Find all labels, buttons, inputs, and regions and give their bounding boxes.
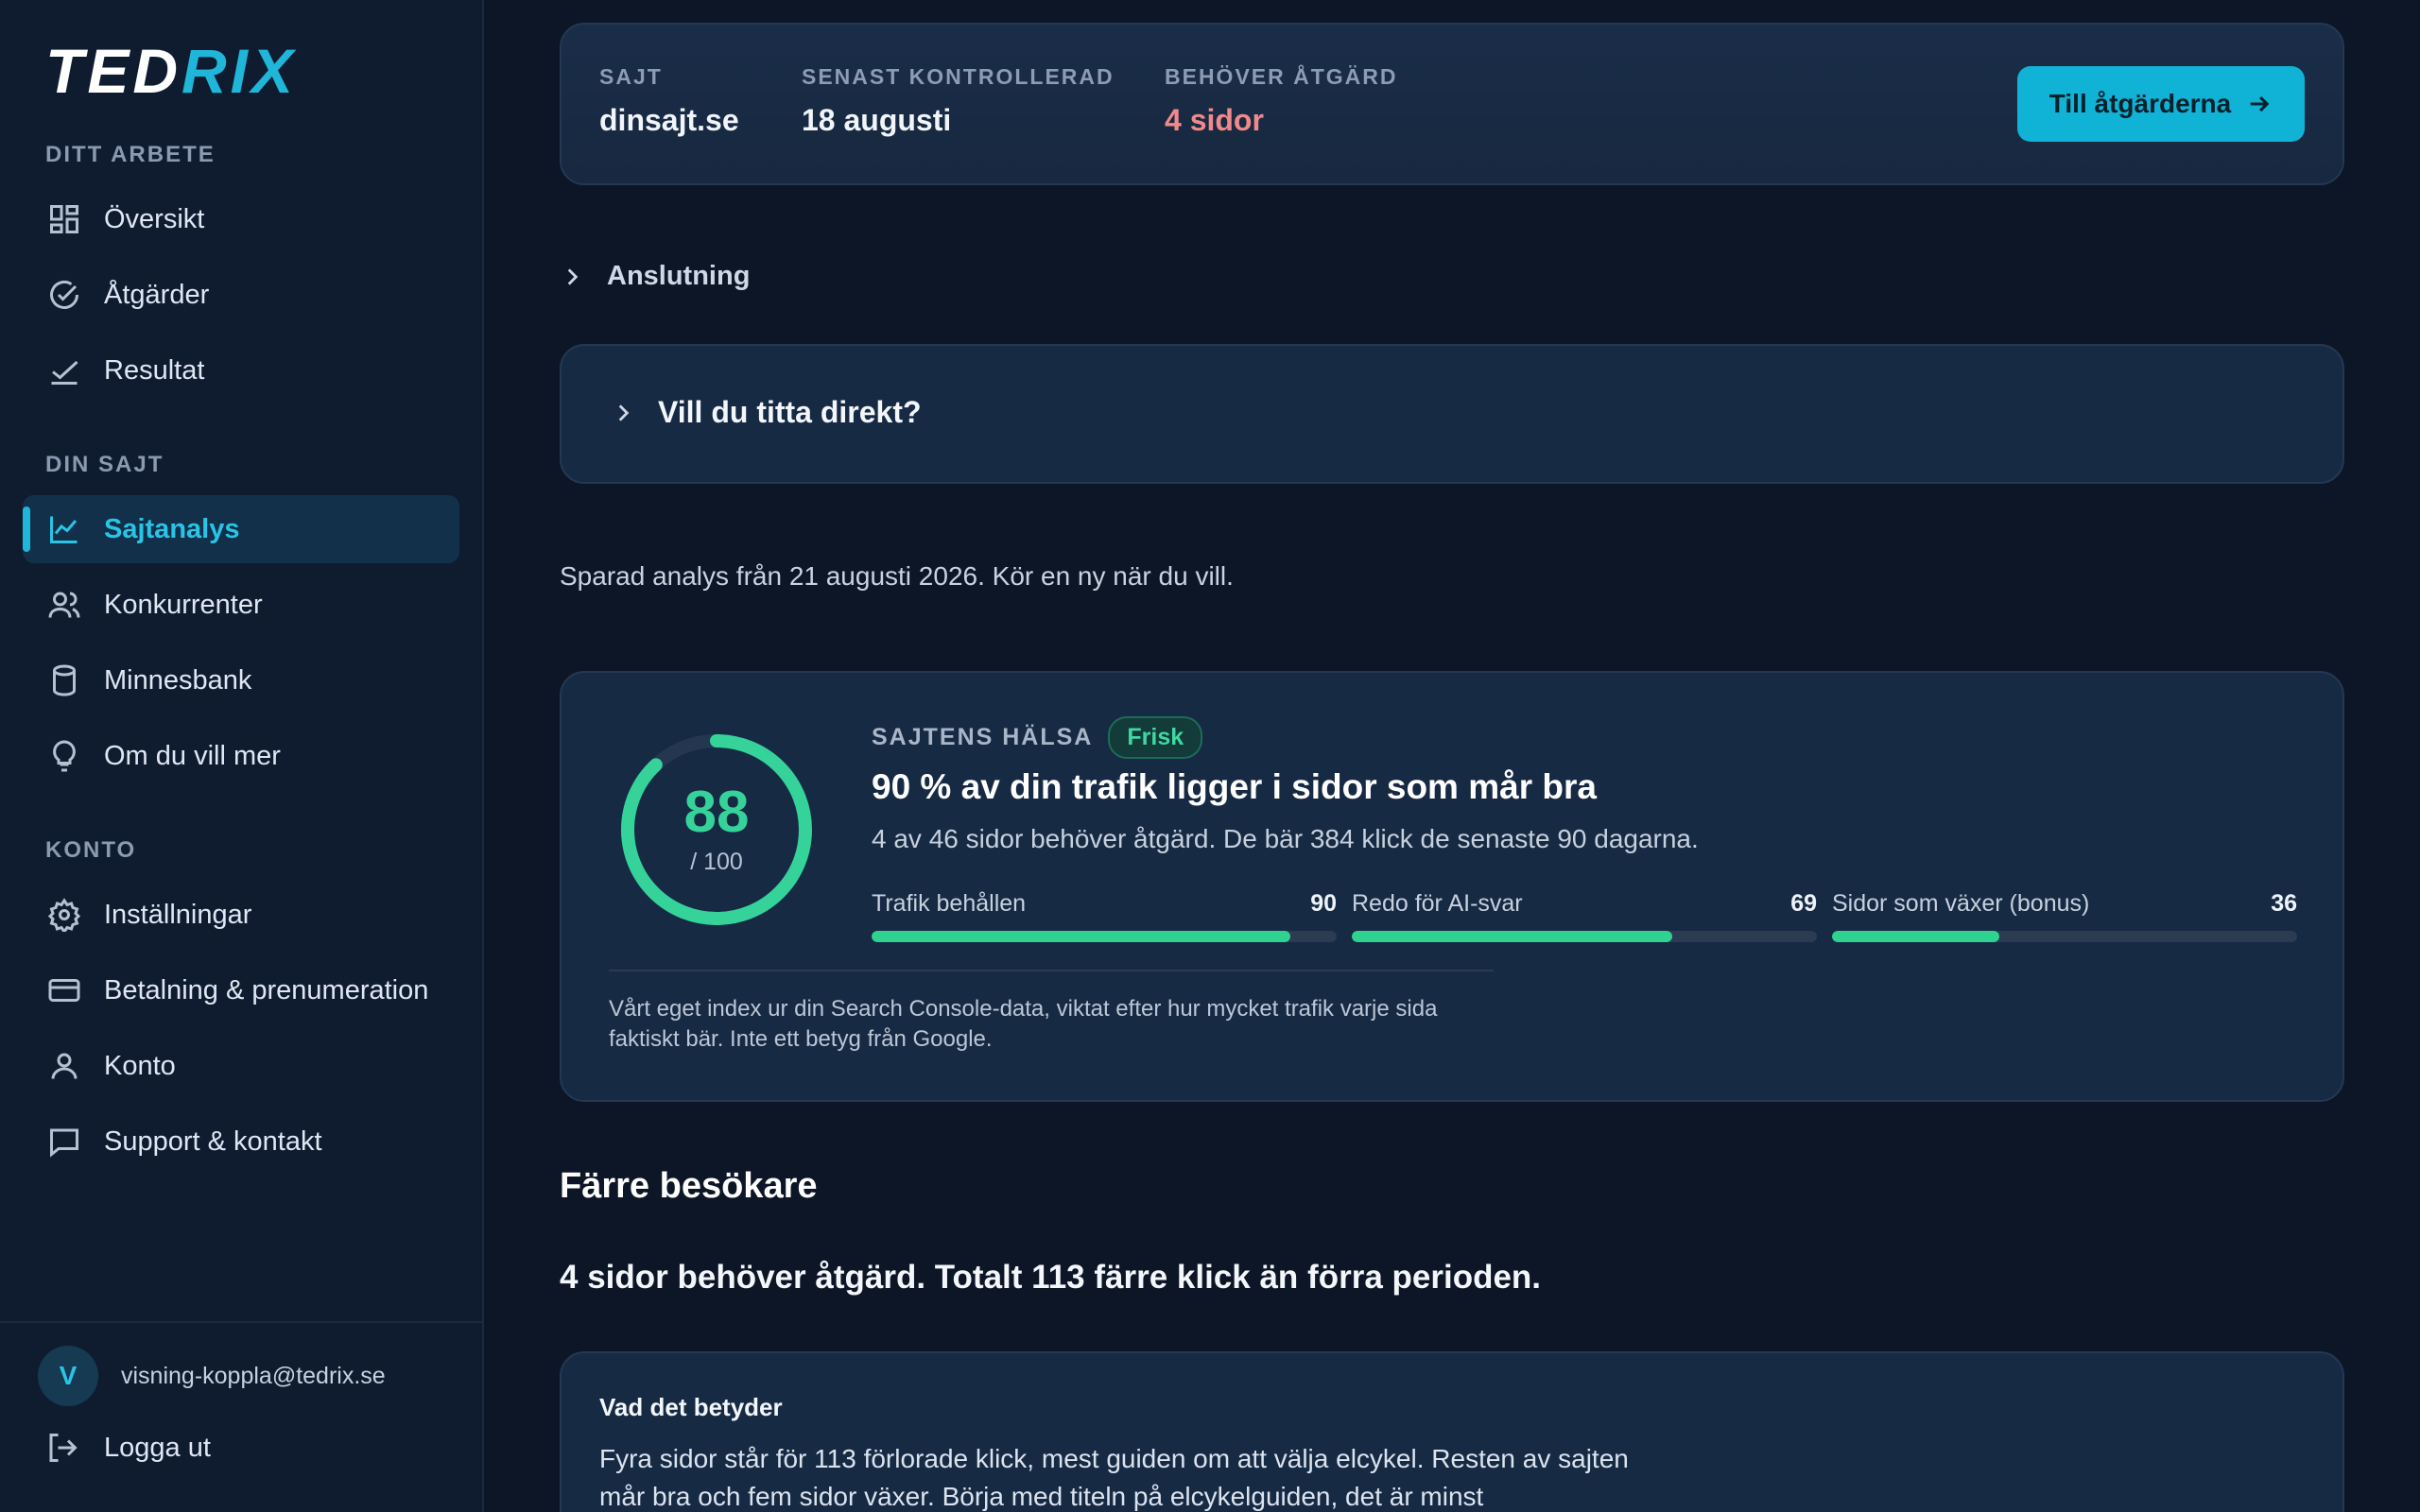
chevron-right-icon	[567, 267, 579, 285]
section-label-site: DIN SAJT	[45, 452, 164, 477]
action-label: BEHÖVER ÅTGÄRD	[1165, 64, 1398, 89]
site-meta: SAJT dinsajt.se	[599, 64, 739, 138]
sidebar-item-installningar[interactable]: Inställningar	[23, 881, 459, 949]
health-subtitle: 4 av 46 sidor behöver åtgärd. De bär 384…	[872, 824, 1699, 853]
logout-label: Logga ut	[104, 1432, 211, 1463]
site-label: SAJT	[599, 64, 663, 89]
metric-bar-fill	[1832, 931, 2000, 942]
metric-bar	[1832, 931, 2297, 942]
checked-meta: SENAST KONTROLLERAD 18 augusti	[802, 64, 1115, 138]
metric-bar-fill	[1352, 931, 1673, 942]
gear-icon	[45, 896, 83, 934]
connection-toggle[interactable]: Anslutning	[560, 261, 750, 292]
status-badge: Frisk	[1108, 716, 1203, 759]
sidebar-item-label: Inställningar	[104, 899, 252, 930]
sidebar-item-betalning[interactable]: Betalning & prenumeration	[23, 956, 459, 1024]
sidebar-item-label: Sajtanalys	[104, 513, 240, 544]
action-value: 4 sidor	[1165, 103, 1264, 137]
sidebar-item-konto[interactable]: Konto	[23, 1032, 459, 1100]
sidebar-item-support[interactable]: Support & kontakt	[23, 1108, 459, 1176]
database-icon	[45, 662, 83, 699]
sidebar-item-label: Åtgärder	[104, 279, 210, 310]
brand-logo-part1: TED	[45, 36, 182, 106]
site-value: dinsajt.se	[599, 103, 739, 137]
sidebar-item-label: Om du vill mer	[104, 740, 281, 771]
sidebar-item-om-du-vill-mer[interactable]: Om du vill mer	[23, 722, 459, 790]
avatar[interactable]: V	[38, 1346, 98, 1406]
users-icon	[45, 586, 83, 624]
sidebar-item-sajtanalys[interactable]: Sajtanalys	[23, 495, 459, 563]
sidebar-item-oversikt[interactable]: Översikt	[23, 185, 459, 253]
section-label-work: DITT ARBETE	[45, 142, 216, 167]
sidebar-item-label: Minnesbank	[104, 664, 252, 696]
health-title: 90 % av din trafik ligger i sidor som må…	[872, 767, 1597, 806]
metric-bar	[1352, 931, 1817, 942]
metric-value: 36	[2271, 890, 2297, 917]
go-to-actions-label: Till åtgärderna	[2048, 89, 2232, 118]
connection-label: Anslutning	[607, 261, 751, 291]
metric-bar	[872, 931, 1337, 942]
sidebar-item-resultat[interactable]: Resultat	[23, 336, 459, 404]
health-score-max: / 100	[690, 849, 743, 875]
metric-label: Redo för AI-svar	[1352, 890, 1523, 917]
metric-value: 69	[1790, 890, 1817, 917]
go-to-actions-button[interactable]: Till åtgärderna	[2017, 66, 2305, 142]
brand-logo[interactable]: TEDRIX	[45, 38, 297, 104]
lightbulb-icon	[45, 737, 83, 775]
sidebar-item-label: Konkurrenter	[104, 589, 263, 620]
credit-card-icon	[45, 971, 83, 1009]
brand-logo-part2: RIX	[182, 36, 298, 106]
metric-traffic-kept: Trafik behållen 90	[872, 890, 1337, 942]
sidebar-footer: V visning-koppla@tedrix.se Logga ut	[0, 1321, 482, 1512]
sidebar-item-minnesbank[interactable]: Minnesbank	[23, 646, 459, 714]
metric-label: Trafik behållen	[872, 890, 1027, 917]
sidebar: TEDRIX DITT ARBETE Översikt Åtgärder Res…	[0, 0, 484, 1512]
metric-ai-ready: Redo för AI-svar 69	[1352, 890, 1817, 942]
check-circle-icon	[45, 276, 83, 314]
direct-look-toggle[interactable]: Vill du titta direkt?	[611, 395, 922, 430]
saved-analysis-note: Sparad analys från 21 augusti 2026. Kör …	[560, 561, 1234, 591]
sidebar-item-label: Support & kontakt	[104, 1125, 322, 1157]
checked-label: SENAST KONTROLLERAD	[802, 64, 1115, 89]
site-summary-card: SAJT dinsajt.se SENAST KONTROLLERAD 18 a…	[560, 23, 2344, 185]
logout-button[interactable]: Logga ut	[45, 1431, 211, 1465]
health-label: SAJTENS HÄLSA	[872, 724, 1094, 750]
chat-icon	[45, 1123, 83, 1160]
sidebar-item-label: Resultat	[104, 354, 205, 386]
grid-icon	[45, 200, 83, 238]
metric-label: Sidor som växer (bonus)	[1832, 890, 2090, 917]
checkmark-trend-icon	[45, 352, 83, 389]
sidebar-item-label: Konto	[104, 1050, 176, 1081]
meaning-title: Vad det betyder	[599, 1393, 783, 1421]
metric-bar-fill	[872, 931, 1290, 942]
user-email: visning-koppla@tedrix.se	[121, 1363, 386, 1389]
checked-value: 18 augusti	[802, 103, 952, 137]
meaning-card: Vad det betyder Fyra sidor står för 113 …	[560, 1351, 2344, 1512]
sidebar-item-label: Betalning & prenumeration	[104, 974, 429, 1005]
metric-value: 90	[1310, 890, 1337, 917]
section-subtitle: 4 sidor behöver åtgärd. Totalt 113 färre…	[560, 1259, 1542, 1296]
direct-look-label: Vill du titta direkt?	[658, 395, 922, 429]
meaning-body: Fyra sidor står för 113 förlorade klick,…	[599, 1444, 1629, 1511]
health-footnote: Vårt eget index ur din Search Console-da…	[609, 996, 1438, 1052]
divider	[609, 970, 1494, 971]
chevron-right-icon	[618, 404, 630, 421]
direct-look-card[interactable]: Vill du titta direkt?	[560, 344, 2344, 484]
health-header: SAJTENS HÄLSA Frisk	[872, 716, 1203, 759]
arrow-right-icon	[2250, 95, 2270, 112]
action-meta: BEHÖVER ÅTGÄRD 4 sidor	[1165, 64, 1398, 138]
user-icon	[45, 1047, 83, 1085]
sidebar-item-konkurrenter[interactable]: Konkurrenter	[23, 571, 459, 639]
section-label-account: KONTO	[45, 837, 137, 863]
section-title: Färre besökare	[560, 1166, 818, 1206]
logout-icon	[49, 1434, 78, 1462]
health-score: 88	[683, 780, 750, 845]
sidebar-item-label: Översikt	[104, 203, 205, 234]
sidebar-item-atgarder[interactable]: Åtgärder	[23, 261, 459, 329]
chart-line-icon	[45, 510, 83, 548]
metric-growing-pages: Sidor som växer (bonus) 36	[1832, 890, 2297, 942]
site-health-card: 88 / 100 SAJTENS HÄLSA Frisk 90 % av din…	[560, 671, 2344, 1102]
